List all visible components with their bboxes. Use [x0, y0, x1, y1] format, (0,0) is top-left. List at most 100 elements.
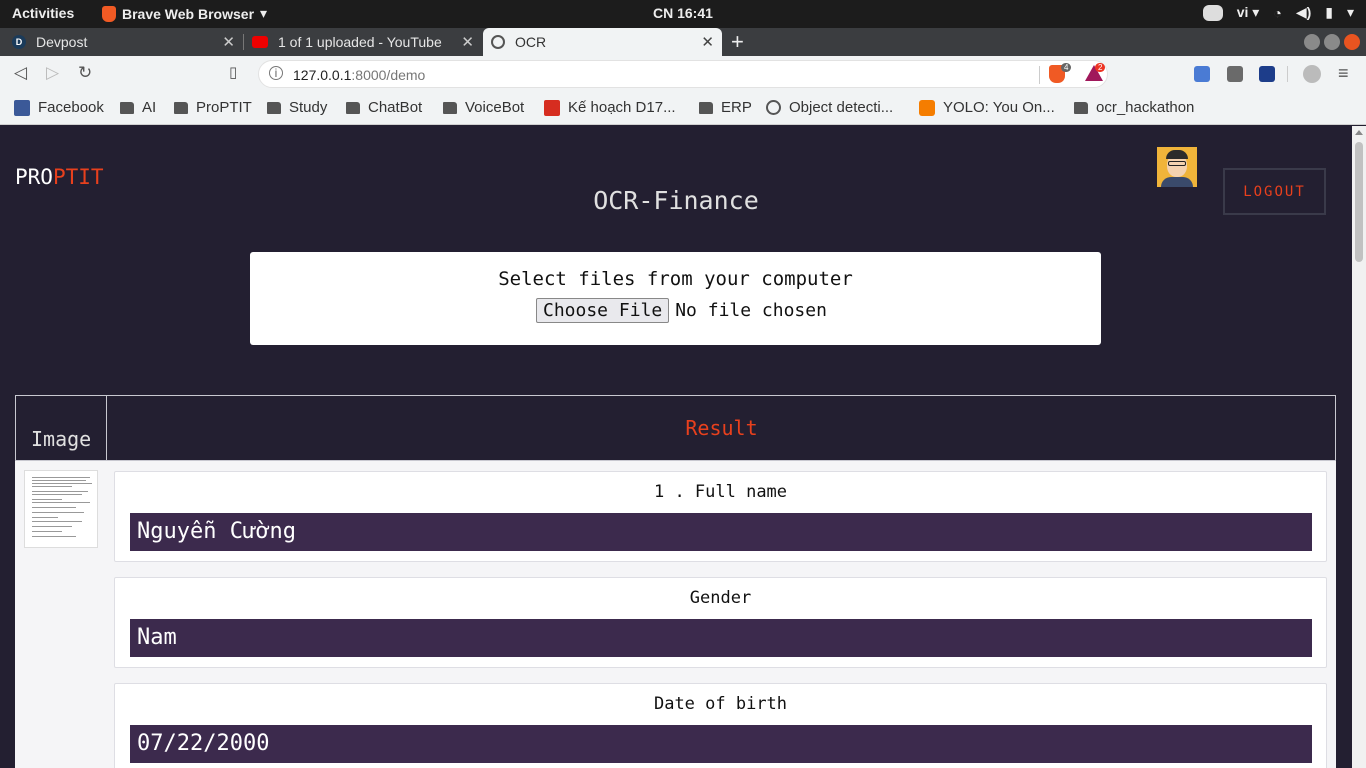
bookmark-ai[interactable]: AI [120, 99, 156, 116]
tab-devpost[interactable]: D Devpost ✕ [0, 28, 243, 56]
app-menu[interactable]: Brave Web Browser ▾ [102, 5, 267, 22]
page-scrollbar[interactable] [1352, 126, 1366, 768]
chevron-down-icon: ▾ [1346, 4, 1354, 20]
bookmark-erp[interactable]: ERP [699, 99, 752, 116]
folder-icon [120, 101, 134, 114]
app-menu-label: Brave Web Browser [122, 5, 255, 22]
rewards-count-badge: 2 [1095, 63, 1106, 72]
reload-icon[interactable]: ↻ [78, 63, 92, 83]
forward-icon[interactable]: ▷ [46, 63, 59, 83]
bookmark-label: YOLO: You On... [943, 99, 1055, 116]
j-extension-icon[interactable] [1259, 66, 1275, 82]
bookmark-ke-hoach[interactable]: Kế hoạch D17... [544, 99, 676, 116]
field-label: Gender [689, 588, 752, 608]
image-column-header: Image [16, 396, 107, 460]
bookmark-object-detection[interactable]: Object detecti... [766, 99, 893, 116]
scrollbar-thumb[interactable] [1355, 142, 1363, 262]
back-icon[interactable]: ◁ [14, 63, 27, 83]
close-icon[interactable]: ✕ [222, 33, 235, 51]
maximize-icon[interactable] [1324, 34, 1340, 50]
bookmark-chatbot[interactable]: ChatBot [346, 99, 422, 116]
volume-icon: ◀) [1295, 4, 1312, 20]
folder-icon [1074, 101, 1088, 114]
blogger-icon [919, 99, 935, 116]
bookmark-voicebot[interactable]: VoiceBot [443, 99, 524, 116]
field-label: Date of birth [653, 694, 788, 714]
scroll-up-icon[interactable] [1355, 130, 1363, 135]
field-card-full-name: 1 . Full name Nguyễn Cường [114, 471, 1327, 562]
url-text[interactable]: 127.0.0.1:8000/demo [293, 67, 425, 83]
page-viewport: PROPTIT OCR-Finance LOGOUT Select files … [0, 126, 1352, 768]
close-icon[interactable]: ✕ [701, 33, 714, 51]
bookmark-icon[interactable]: ▯ [229, 63, 237, 81]
menu-icon[interactable]: ≡ [1338, 63, 1349, 84]
system-tray[interactable]: vi ▾ ◔ ◀) ▮ ▾ [1202, 4, 1354, 21]
document-thumbnail[interactable] [24, 470, 98, 548]
clock[interactable]: CN 16:41 [653, 5, 713, 21]
upload-box: Select files from your computer Choose F… [250, 252, 1101, 345]
field-label: 1 . Full name [653, 482, 788, 502]
avatar[interactable] [1157, 147, 1197, 187]
logout-button[interactable]: LOGOUT [1223, 168, 1326, 215]
discord-icon[interactable] [1202, 4, 1223, 21]
minimize-icon[interactable] [1304, 34, 1320, 50]
battery-icon: ▮ [1325, 4, 1333, 20]
folder-icon [443, 101, 457, 114]
window-controls [1304, 34, 1360, 50]
bookmark-proptit[interactable]: ProPTIT [174, 99, 252, 116]
folder-icon [346, 101, 360, 114]
address-bar[interactable]: i 127.0.0.1:8000/demo 4 2 [258, 60, 1108, 88]
field-value[interactable]: Nam [130, 619, 1312, 657]
results-header: Image Result [15, 395, 1336, 461]
language-indicator[interactable]: vi ▾ [1237, 4, 1260, 21]
field-card-gender: Gender Nam [114, 577, 1327, 668]
tab-title: OCR [515, 34, 547, 50]
tab-youtube[interactable]: 1 of 1 uploaded - YouTube ✕ [244, 28, 482, 56]
results-table: Image Result 1 . Full name Nguyễn Cường … [15, 395, 1336, 768]
bookmark-label: Facebook [38, 99, 104, 116]
field-value[interactable]: Nguyễn Cường [130, 513, 1312, 551]
bookmark-facebook[interactable]: Facebook [14, 99, 104, 116]
box-extension-icon[interactable] [1227, 66, 1243, 82]
bookmark-study[interactable]: Study [267, 99, 327, 116]
field-card-date-of-birth: Date of birth 07/22/2000 [114, 683, 1327, 768]
bookmarks-bar: Facebook AI ProPTIT Study ChatBot VoiceB… [0, 92, 1366, 125]
profile-icon[interactable] [1303, 65, 1321, 83]
globe-icon [766, 100, 781, 115]
url-host: 127.0.0.1 [293, 67, 352, 83]
brave-icon [102, 5, 116, 22]
activities-button[interactable]: Activities [12, 5, 74, 21]
bookmark-label: AI [142, 99, 157, 116]
omnibox-divider [1039, 66, 1040, 84]
image-column-label: Image [31, 427, 92, 451]
translate-extension-icon[interactable] [1194, 66, 1210, 82]
bookmark-label: ChatBot [368, 99, 423, 116]
bookmark-label: ProPTIT [196, 99, 252, 116]
bookmark-ocr-hackathon[interactable]: ocr_hackathon [1074, 99, 1194, 116]
bookmark-label: VoiceBot [465, 99, 525, 116]
facebook-icon [14, 99, 30, 116]
choose-file-button[interactable]: Choose File [536, 298, 670, 323]
browser-toolbar: ◁ ▷ ↻ ▯ i 127.0.0.1:8000/demo 4 2 ≡ [0, 56, 1366, 92]
chevron-down-icon: ▾ [260, 5, 268, 21]
tab-strip: D Devpost ✕ 1 of 1 uploaded - YouTube ✕ … [0, 28, 1366, 56]
results-body: 1 . Full name Nguyễn Cường Gender Nam Da… [15, 461, 1336, 768]
close-window-icon[interactable] [1344, 34, 1360, 50]
youtube-icon [252, 36, 268, 48]
pdf-icon [544, 99, 560, 116]
tab-ocr[interactable]: OCR ✕ [483, 28, 722, 56]
system-top-bar: Activities Brave Web Browser ▾ CN 16:41 … [0, 0, 1366, 28]
field-value[interactable]: 07/22/2000 [130, 725, 1312, 763]
info-icon[interactable]: i [269, 66, 283, 80]
file-picker[interactable]: Choose File No file chosen [536, 298, 827, 323]
new-tab-button[interactable]: + [731, 29, 744, 55]
wifi-icon: ◔ [1273, 4, 1282, 21]
bookmark-label: ocr_hackathon [1096, 99, 1195, 116]
page-title: OCR-Finance [593, 186, 759, 215]
bookmark-yolo[interactable]: YOLO: You On... [919, 99, 1055, 116]
shield-count-badge: 4 [1061, 63, 1072, 72]
close-icon[interactable]: ✕ [461, 33, 474, 51]
avatar-hair [1166, 150, 1188, 159]
tab-title: 1 of 1 uploaded - YouTube [278, 34, 442, 50]
devpost-icon: D [12, 35, 26, 49]
